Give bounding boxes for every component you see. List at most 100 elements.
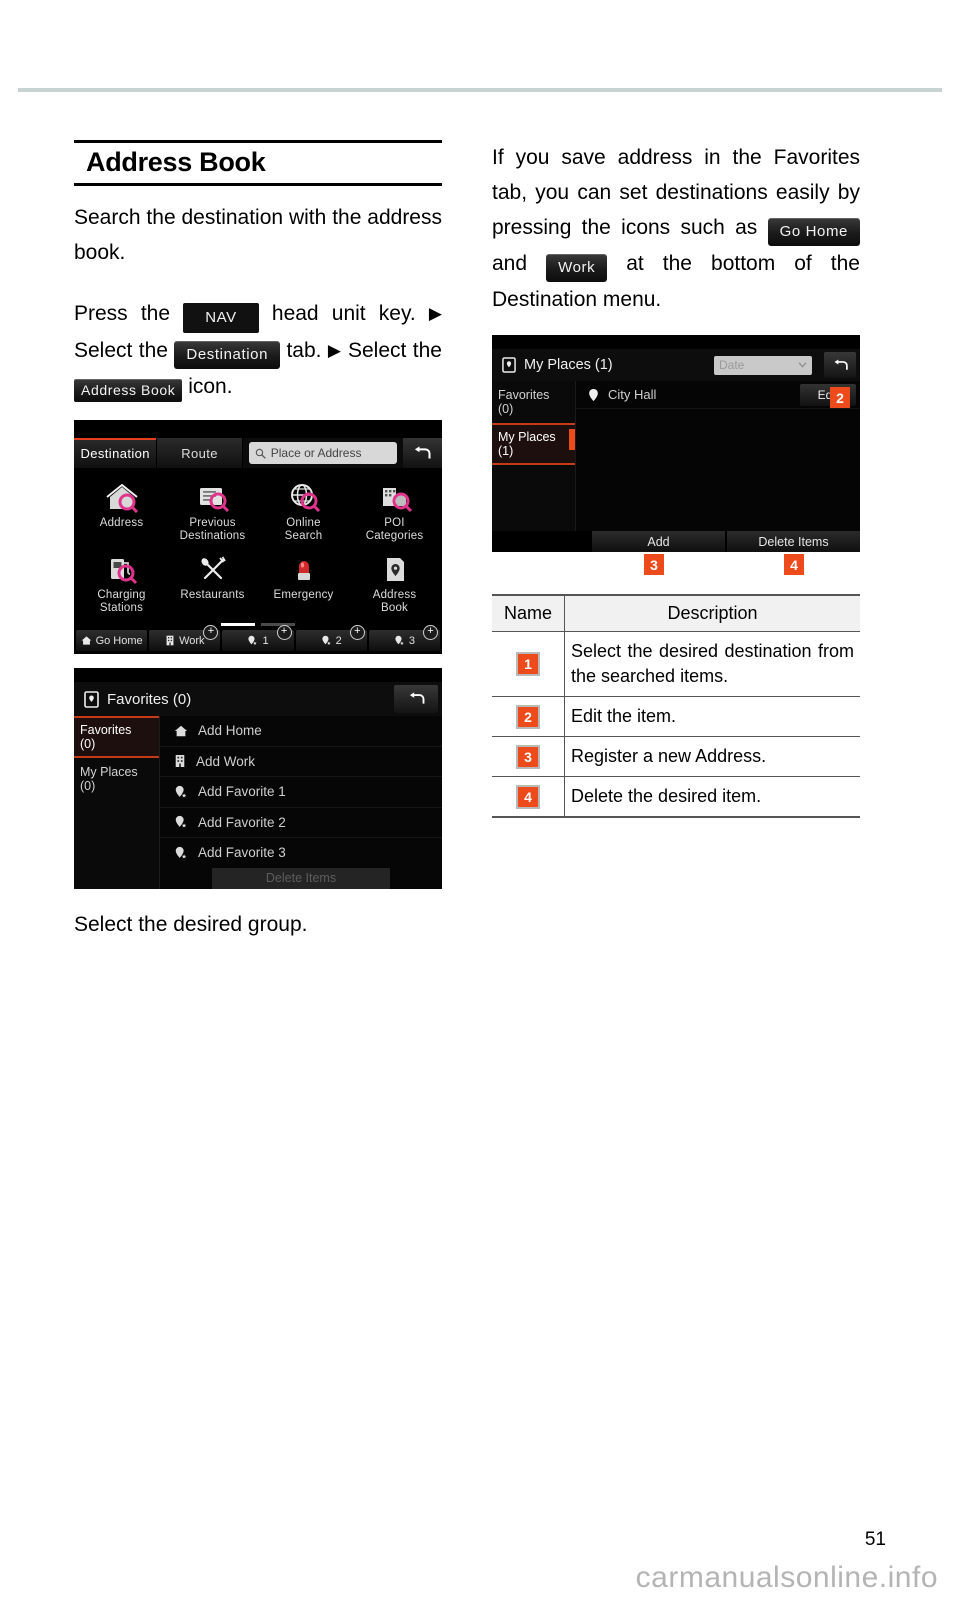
shortcut-label: 1: [262, 634, 269, 647]
building-search-icon: [378, 482, 412, 513]
tab-route[interactable]: Route: [157, 438, 243, 468]
back-button[interactable]: [394, 685, 438, 713]
cutlery-icon: [196, 554, 230, 585]
side-tab-label: Favorites: [80, 723, 132, 737]
favorites-side-tabs: Favorites (0) My Places (0): [74, 716, 159, 889]
destination-screen-screenshot: Destination Route Place or Address Addre…: [74, 420, 442, 654]
shortcut-favorite-3[interactable]: 3 +: [368, 625, 441, 651]
watermark: carmanualsonline.info: [635, 1561, 938, 1594]
favorite-pin-icon: [322, 635, 331, 645]
back-arrow-icon: [409, 692, 424, 704]
list-item-label: Add Favorite 2: [198, 814, 286, 830]
shortcut-work[interactable]: Work +: [149, 625, 221, 651]
table-cell-description: Edit the item.: [564, 696, 860, 737]
tab-destination[interactable]: Destination: [74, 438, 158, 468]
list-item[interactable]: Add Favorite 2: [160, 808, 442, 838]
screen-top-strip: [74, 668, 442, 682]
grid-item-emergency[interactable]: Emergency: [258, 550, 349, 620]
grid-item-previous-destinations[interactable]: Previous Destinations: [167, 478, 258, 548]
side-tab-label: Favorites: [498, 388, 550, 402]
grid-item-poi-categories[interactable]: POI Categories: [349, 478, 440, 548]
add-plus-icon[interactable]: +: [423, 625, 439, 640]
list-item-label: Add Home: [198, 723, 262, 739]
shortcut-favorite-1[interactable]: 1 +: [222, 625, 294, 651]
list-item-label: City Hall: [608, 387, 657, 402]
left-column: Address Book Search the destination with…: [74, 140, 442, 942]
page-dot-2[interactable]: [261, 623, 295, 626]
side-tab-count: (0): [498, 402, 514, 416]
list-item[interactable]: Add Favorite 1: [160, 777, 442, 808]
grid-label: Online Search: [284, 517, 323, 542]
list-item[interactable]: Add Work: [160, 747, 442, 777]
office-icon: [166, 635, 174, 646]
table-header-row: Name Description: [492, 594, 860, 632]
page-indicator[interactable]: [74, 623, 442, 626]
screen-top-strip: [74, 420, 442, 438]
list-item[interactable]: Add Home: [160, 716, 442, 747]
steps-headunit-label: head unit key.: [258, 302, 416, 325]
favorite-pin-icon: [248, 635, 258, 645]
intro-text: Search the destination with the address …: [74, 206, 442, 264]
steps-paragraph: Press the NAV head unit key. ▶ Select th…: [74, 296, 442, 404]
search-icon: [255, 448, 266, 459]
address-book-icon: [502, 357, 516, 373]
side-tab-my-places[interactable]: My Places (0): [74, 758, 159, 800]
table-cell-description: Register a new Address.: [564, 736, 860, 777]
callout-badge: 1: [516, 652, 540, 676]
shortcut-favorite-2[interactable]: 2 +: [295, 625, 367, 651]
add-plus-icon[interactable]: +: [203, 625, 219, 640]
list-item-label: Add Work: [196, 753, 256, 769]
side-tab-my-places[interactable]: My Places (1) 1: [492, 423, 589, 465]
grid-item-charging-stations[interactable]: Charging Stations: [76, 550, 167, 620]
side-tab-favorites[interactable]: Favorites (0): [74, 716, 159, 758]
list-item-label: Add Favorite 1: [198, 784, 286, 800]
back-arrow-icon: [833, 358, 848, 370]
table-cell-number: 2: [492, 696, 565, 737]
side-tab-favorites[interactable]: Favorites (0): [492, 381, 575, 423]
shortcut-label: 3: [408, 634, 415, 647]
grid-item-online-search[interactable]: Online Search: [258, 478, 349, 548]
page-dot-1[interactable]: [221, 623, 255, 626]
add-button[interactable]: Add: [592, 531, 725, 552]
manual-page: Address Book Search the destination with…: [0, 0, 960, 1613]
search-input[interactable]: Place or Address: [248, 442, 397, 464]
page-top-rule: [18, 88, 942, 92]
sort-dropdown[interactable]: Date: [714, 355, 812, 375]
myplaces-footer: Add Delete Items: [492, 531, 860, 552]
search-placeholder-text: Place or Address: [270, 446, 362, 460]
delete-items-button[interactable]: Delete Items: [212, 867, 390, 889]
home-icon: [174, 725, 188, 736]
list-item[interactable]: Add Favorite 3: [160, 838, 442, 868]
steps-press-label: Press the: [74, 302, 184, 325]
side-tab-count: (0): [80, 779, 96, 793]
grid-item-restaurants[interactable]: Restaurants: [167, 550, 258, 620]
table-row: 4 Delete the desired item.: [492, 776, 860, 818]
favorites-header: Favorites (0): [74, 682, 442, 716]
favorites-screen-screenshot: Favorites (0) Favorites (0) My Places (0…: [74, 668, 442, 889]
add-plus-icon[interactable]: +: [276, 625, 292, 640]
back-button[interactable]: [824, 352, 856, 378]
table-cell-number: 1: [492, 631, 565, 697]
note-text-2: and: [492, 252, 547, 275]
grid-label: Address: [99, 517, 144, 529]
home-icon: [81, 636, 91, 645]
nav-key-chip: NAV: [183, 303, 259, 333]
callout-badge-3: 3: [644, 554, 664, 575]
back-button[interactable]: [402, 438, 442, 468]
add-plus-icon[interactable]: +: [349, 625, 365, 640]
column-header-description: Description: [564, 594, 860, 632]
favorite-pin-icon: [175, 816, 187, 828]
callout-badge-2: 2: [830, 387, 850, 408]
list-item[interactable]: City Hall Edit: [576, 381, 860, 409]
shortcut-go-home[interactable]: Go Home: [76, 630, 148, 651]
step-arrow-icon: ▶: [428, 304, 442, 323]
favorites-delete-row: Delete Items: [160, 867, 442, 889]
table-cell-description: Select the desired destination from the …: [564, 631, 860, 697]
grid-item-address[interactable]: Address: [76, 478, 167, 548]
grid-item-address-book[interactable]: Address Book: [349, 550, 440, 620]
delete-items-button[interactable]: Delete Items: [727, 531, 860, 552]
intro-paragraph: Search the destination with the address …: [74, 200, 442, 270]
charging-station-search-icon: [105, 554, 139, 585]
steps-select2-label: Select: [341, 339, 407, 362]
grid-label: Previous Destinations: [179, 517, 246, 542]
